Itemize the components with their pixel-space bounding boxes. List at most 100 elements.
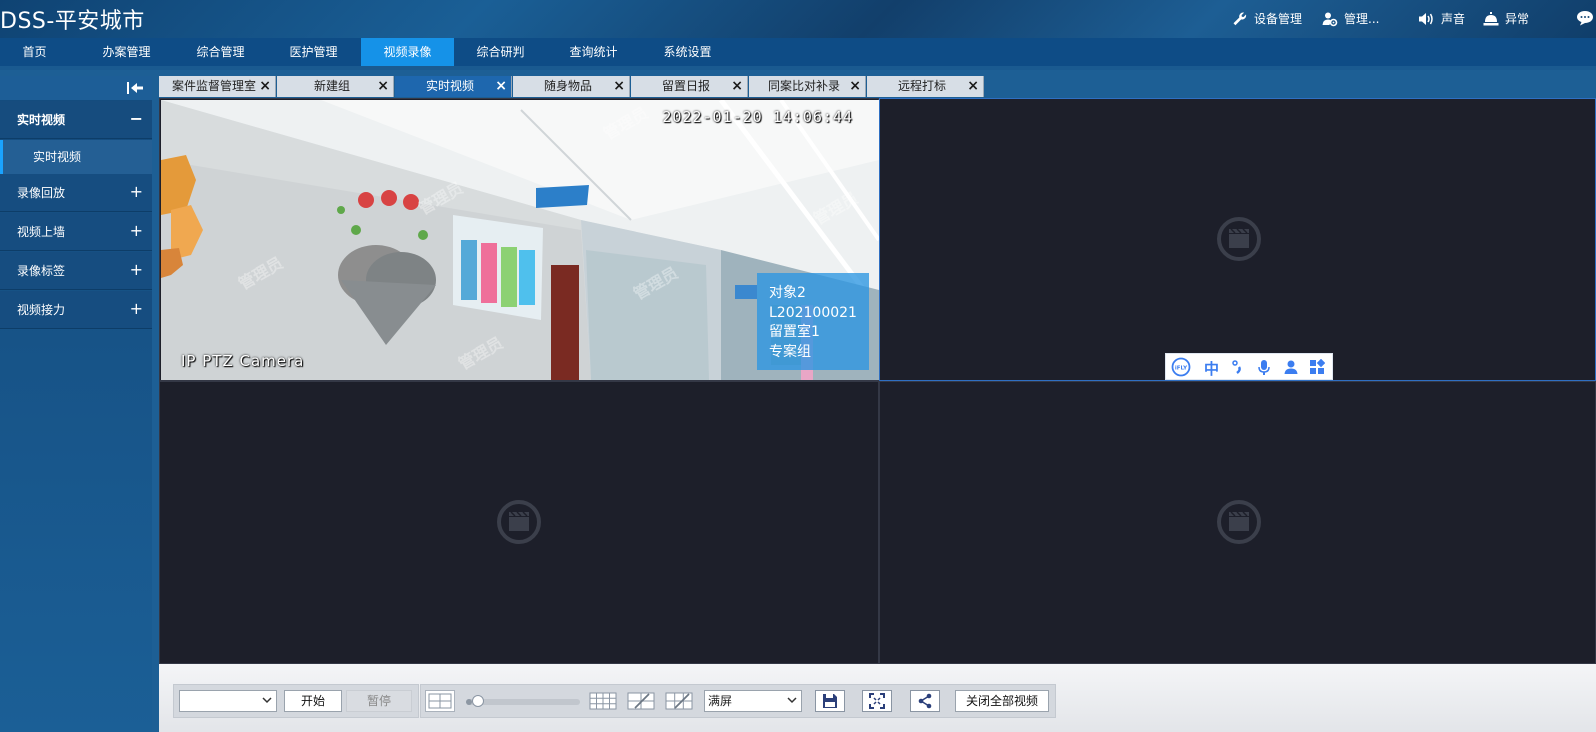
tab-belongings[interactable]: 随身物品 × — [513, 76, 630, 97]
fullscreen-icon — [869, 693, 885, 709]
close-all-videos-button[interactable]: 关闭全部视频 — [955, 690, 1049, 712]
layout-2x1-icon — [428, 693, 452, 709]
subject-group: 专案组 — [769, 343, 811, 360]
save-icon — [823, 694, 837, 708]
video-off-icon — [497, 500, 541, 544]
user-icon[interactable] — [1283, 359, 1299, 379]
video-grid: 管理员 管理员 管理员 管理员 管理员 管理员 2022-01-20 14:06… — [159, 98, 1596, 664]
nav-statistics[interactable]: 查询统计 — [547, 38, 640, 66]
grid-layout-icon — [589, 692, 617, 710]
chat-button[interactable] — [1576, 10, 1594, 26]
display-mode-value: 满屏 — [708, 694, 733, 708]
sidebar-group-label: 实时视频 — [17, 113, 66, 127]
close-icon[interactable]: × — [495, 76, 507, 97]
display-mode-select[interactable]: 满屏 — [704, 690, 802, 712]
nav-general-management[interactable]: 综合管理 — [174, 38, 267, 66]
nav-analysis[interactable]: 综合研判 — [454, 38, 547, 66]
alarm-label: 异常 — [1505, 12, 1530, 26]
tab-remote-tagging[interactable]: 远程打标 × — [867, 76, 984, 97]
layout-single-button[interactable] — [425, 690, 455, 712]
zoom-slider[interactable] — [466, 695, 580, 707]
expand-toggle[interactable]: + — [130, 174, 143, 210]
video-off-icon — [1217, 500, 1261, 544]
nav-home[interactable]: 首页 — [0, 38, 81, 66]
ifly-logo-text: iFLY — [1175, 366, 1188, 372]
expand-toggle[interactable]: + — [130, 213, 143, 249]
microphone-icon[interactable] — [1257, 359, 1271, 380]
close-icon[interactable]: × — [613, 76, 625, 97]
share-button[interactable] — [910, 690, 940, 712]
main-nav: 首页 办案管理 综合管理 医护管理 视频录像 综合研判 查询统计 系统设置 — [0, 38, 1596, 66]
sidebar-group-live-video[interactable]: 实时视频 − — [0, 101, 152, 139]
close-icon[interactable]: × — [377, 76, 389, 97]
input-mode-chinese[interactable]: 中 — [1204, 358, 1219, 379]
custom-layout-icon — [627, 692, 655, 710]
layout-edit-button[interactable] — [664, 690, 694, 712]
video-pane-1[interactable]: 管理员 管理员 管理员 管理员 管理员 管理员 2022-01-20 14:06… — [159, 98, 879, 381]
nav-video-recording[interactable]: 视频录像 — [361, 38, 454, 66]
record-controls: 开始 暂停 — [173, 684, 419, 718]
share-icon — [918, 693, 932, 709]
alarm-link[interactable]: 异常 — [1483, 10, 1529, 27]
video-pane-4[interactable] — [879, 381, 1596, 664]
sound-toggle[interactable]: 声音 — [1417, 10, 1465, 27]
subject-name: 对象2 — [769, 285, 806, 301]
nav-system-settings[interactable]: 系统设置 — [641, 38, 734, 66]
collapse-left-icon[interactable] — [126, 81, 144, 98]
sidebar-group-label: 录像标签 — [17, 264, 66, 278]
ime-toolbar: iFLY 中 — [1165, 353, 1333, 380]
user-gear-icon — [1322, 12, 1338, 26]
tab-case-supervision[interactable]: 案件监督管理室 × — [159, 76, 276, 97]
bell-icon — [1483, 11, 1499, 25]
close-icon[interactable]: × — [731, 76, 743, 97]
sidebar-collapse-bar — [0, 76, 152, 100]
sidebar-group-playback[interactable]: 录像回放 + — [0, 174, 152, 212]
fullscreen-button[interactable] — [862, 690, 892, 712]
sidebar-group-video-wall[interactable]: 视频上墙 + — [0, 213, 152, 251]
sidebar-group-video-relay[interactable]: 视频接力 + — [0, 291, 152, 329]
punctuation-icon[interactable] — [1230, 359, 1244, 379]
zoom-slider-thumb[interactable] — [471, 695, 484, 707]
layout-custom-button[interactable] — [626, 690, 656, 712]
ifly-logo-icon[interactable]: iFLY — [1171, 357, 1191, 381]
video-toolbar: 开始 暂停 满屏 关闭全部视频 — [159, 664, 1596, 732]
save-view-button[interactable] — [815, 690, 845, 712]
nav-case-management[interactable]: 办案管理 — [80, 38, 173, 66]
close-icon[interactable]: × — [967, 76, 979, 97]
start-button[interactable]: 开始 — [284, 690, 342, 712]
subject-info-overlay: 对象2 L202100021 留置室1 专案组 — [757, 273, 869, 370]
chat-icon — [1577, 11, 1593, 26]
pause-button[interactable]: 暂停 — [346, 690, 412, 712]
sidebar-group-label: 录像回放 — [17, 186, 66, 200]
tab-case-comparison[interactable]: 同案比对补录 × — [749, 76, 866, 97]
tab-new-group[interactable]: 新建组 × — [277, 76, 394, 97]
collapse-toggle[interactable]: − — [130, 101, 143, 137]
admin-label: 管理... — [1344, 12, 1380, 26]
layout-grid-button[interactable] — [588, 690, 618, 712]
expand-toggle[interactable]: + — [130, 252, 143, 288]
tab-label: 随身物品 — [543, 79, 592, 93]
device-management-link[interactable]: 设备管理 — [1232, 10, 1302, 27]
apps-icon[interactable] — [1309, 358, 1326, 379]
tab-live-video[interactable]: 实时视频 × — [395, 76, 512, 97]
tab-label: 留置日报 — [661, 79, 710, 93]
camera-name: IP PTZ Camera — [181, 352, 305, 370]
tab-label: 实时视频 — [425, 79, 474, 93]
video-pane-3[interactable] — [159, 381, 879, 664]
tab-daily-report[interactable]: 留置日报 × — [631, 76, 748, 97]
sound-label: 声音 — [1441, 12, 1466, 26]
record-type-select[interactable] — [179, 690, 277, 712]
close-icon[interactable]: × — [849, 76, 861, 97]
tab-label: 远程打标 — [897, 79, 946, 93]
sidebar-item-live-video[interactable]: 实时视频 — [0, 140, 152, 174]
video-pane-2[interactable] — [879, 98, 1596, 381]
close-icon[interactable]: × — [259, 76, 271, 97]
nav-medical-management[interactable]: 医护管理 — [267, 38, 360, 66]
admin-menu[interactable]: 管理... — [1322, 10, 1379, 27]
expand-toggle[interactable]: + — [130, 291, 143, 327]
camera-feed: 管理员 管理员 管理员 管理员 管理员 管理员 2022-01-20 14:06… — [161, 100, 879, 380]
sidebar-group-recording-tags[interactable]: 录像标签 + — [0, 252, 152, 290]
tab-label: 同案比对补录 — [767, 79, 840, 93]
subject-room: 留置室1 — [769, 324, 820, 340]
video-timestamp: 2022-01-20 14:06:44 — [662, 108, 853, 126]
